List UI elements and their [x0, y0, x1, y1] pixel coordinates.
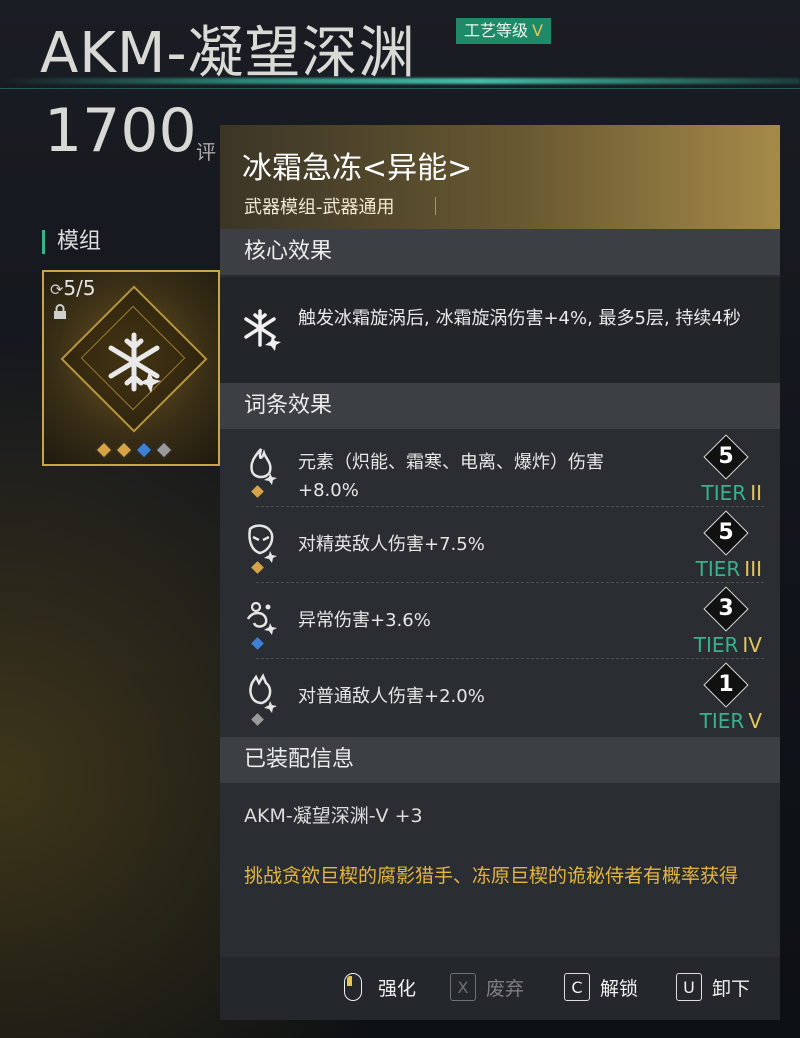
unlock-button[interactable]: C 解锁	[564, 971, 638, 1003]
unequip-button[interactable]: U 卸下	[676, 971, 750, 1003]
rarity-dot	[155, 441, 173, 459]
tier-label: TIER	[693, 633, 739, 657]
refresh-icon: ⟳	[50, 280, 64, 299]
tier-roman: III	[744, 557, 762, 581]
craft-level-badge: 工艺等级 V	[456, 18, 551, 44]
module-name: 冰霜急冻<异能>	[242, 151, 473, 186]
core-effect-box: 触发冰霜旋涡后, 冰霜旋涡伤害+4%, 最多5层, 持续4秒	[220, 277, 780, 383]
rarity-dot	[95, 441, 113, 459]
craft-level-value: V	[532, 21, 543, 40]
affix-text: 对精英敌人伤害+7.5%	[298, 534, 485, 555]
unequip-label: 卸下	[712, 977, 751, 1000]
equipped-weapon: AKM-凝望深渊-Ⅴ +3	[244, 805, 423, 827]
affix-row: 元素（炽能、霜寒、电离、爆炸）伤害+8.0% 5 TIER II	[220, 431, 780, 507]
tooltip-header: 冰霜急冻<异能> 武器模组-武器通用	[220, 125, 780, 229]
enhance-label: 强化	[378, 977, 417, 1000]
acquire-source: 挑战贪欲巨楔的腐影猎手、冻原巨楔的诡秘侍者有概率获得	[244, 865, 739, 887]
discard-button[interactable]: X 废弃	[450, 971, 524, 1003]
tier-label: TIER	[699, 709, 745, 733]
affix-effect-header: 词条效果	[220, 383, 780, 429]
module-type: 武器模组-武器通用	[244, 197, 395, 218]
key-u-icon: U	[676, 973, 702, 1001]
elite-mask-icon	[248, 524, 277, 563]
affix-level-badge: 5	[703, 510, 749, 556]
affix-level: 5	[718, 444, 734, 469]
lock-icon[interactable]	[52, 304, 68, 320]
key-c-icon: C	[564, 973, 590, 1001]
affix-row: 对普通敌人伤害+2.0% 1 TIER V	[220, 659, 780, 735]
affix-tier: TIER V	[700, 709, 762, 733]
flame-burst-icon	[250, 448, 277, 485]
affix-level: 1	[718, 672, 734, 697]
key-x-icon: X	[450, 973, 476, 1001]
weapon-title: AKM-凝望深渊	[40, 21, 416, 86]
subtitle-divider	[435, 197, 436, 215]
rarity-dot	[135, 441, 153, 459]
frost-vortex-icon	[244, 309, 281, 351]
rarity-dot	[115, 441, 133, 459]
module-slot-card[interactable]: ⟳5/5	[42, 270, 220, 466]
affix-row: 对精英敌人伤害+7.5% 5 TIER III	[220, 507, 780, 583]
tier-label: TIER	[695, 557, 741, 581]
module-count-value: 5/5	[63, 276, 96, 300]
affix-level: 5	[718, 520, 734, 545]
enemy-head-icon	[249, 673, 277, 713]
affix-level-badge: 1	[703, 662, 749, 708]
tier-roman: IV	[742, 633, 762, 657]
craft-level-label: 工艺等级	[464, 21, 529, 40]
affix-text: 元素（炽能、霜寒、电离、爆炸）伤害+8.0%	[298, 452, 604, 501]
modules-section-title: 模组	[42, 230, 101, 254]
tier-roman: V	[748, 709, 762, 733]
discard-label: 废弃	[486, 977, 525, 1000]
affix-tier: TIER III	[696, 557, 762, 581]
tier-roman: II	[750, 481, 762, 505]
equip-info-header: 已装配信息	[220, 737, 780, 783]
affix-level-badge: 5	[703, 434, 749, 480]
affix-row: 异常伤害+3.6% 3 TIER IV	[220, 583, 780, 659]
affix-tier: TIER IV	[694, 633, 762, 657]
mouse-left-icon	[344, 973, 362, 1001]
core-effect-header: 核心效果	[220, 229, 780, 275]
core-effect-text: 触发冰霜旋涡后, 冰霜旋涡伤害+4%, 最多5层, 持续4秒	[298, 308, 741, 329]
snowflake-icon	[108, 332, 161, 393]
module-count: ⟳5/5	[50, 276, 96, 300]
action-bar: 强化 X 废弃 C 解锁 U 卸下	[220, 957, 780, 1020]
affix-tier: TIER II	[702, 481, 762, 505]
tier-label: TIER	[701, 481, 747, 505]
unlock-label: 解锁	[600, 977, 639, 1000]
affix-level: 3	[718, 596, 734, 621]
module-tooltip: 冰霜急冻<异能> 武器模组-武器通用 核心效果 触发冰霜旋涡后, 冰霜旋涡伤害+…	[220, 125, 780, 1020]
affix-level-badge: 3	[703, 586, 749, 632]
enhance-button[interactable]: 强化	[344, 971, 416, 1003]
affix-text: 异常伤害+3.6%	[298, 610, 431, 631]
score-suffix: 评	[196, 140, 216, 164]
anomaly-swirl-icon	[246, 601, 277, 635]
affix-text: 对普通敌人伤害+2.0%	[298, 686, 485, 707]
weapon-score: 1700	[44, 96, 197, 166]
module-rarity-dots	[95, 441, 173, 459]
